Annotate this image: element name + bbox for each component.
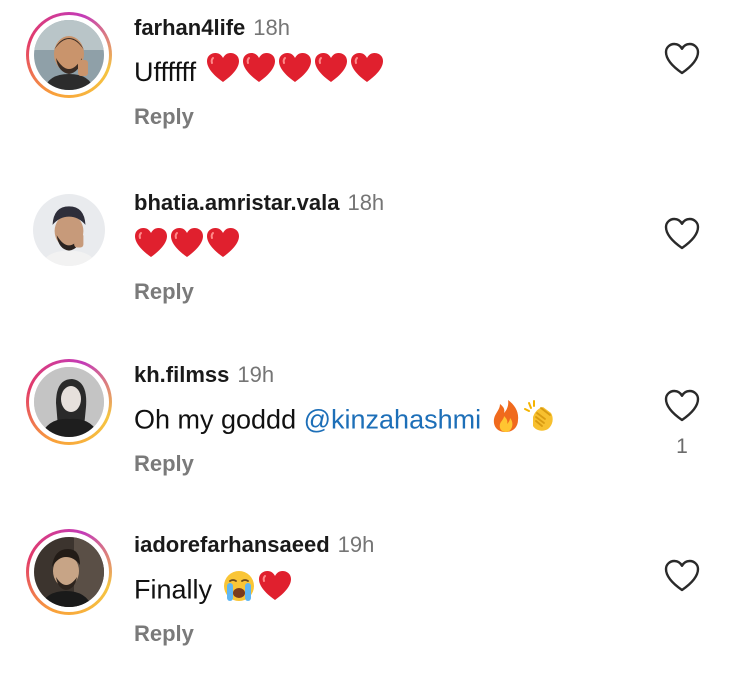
avatar — [34, 20, 104, 90]
comment-timestamp: 18h — [253, 15, 290, 40]
comment-item: farhan4life 18h Uffffff Reply — [0, 0, 740, 160]
comment-body: Oh my goddd — [134, 404, 297, 435]
heart-outline-icon[interactable] — [664, 217, 700, 251]
reply-button[interactable]: Reply — [134, 621, 194, 647]
mention-link[interactable]: @kinzahashmi — [304, 405, 481, 435]
comment-username[interactable]: bhatia.amristar.vala — [134, 190, 339, 215]
avatar — [34, 367, 104, 437]
comment-username[interactable]: farhan4life — [134, 15, 245, 40]
like-count: 1 — [676, 435, 688, 458]
reply-button[interactable]: Reply — [134, 104, 194, 130]
heart-outline-icon[interactable] — [664, 559, 700, 593]
reply-button[interactable]: Reply — [134, 451, 194, 477]
comment-item: bhatia.amristar.vala 18h Reply — [0, 175, 740, 335]
red-heart-icon — [134, 227, 168, 270]
heart-outline-icon[interactable] — [664, 389, 700, 423]
avatar-story-ring[interactable] — [26, 12, 112, 98]
red-heart-icon — [314, 52, 348, 95]
red-heart-icon — [242, 52, 276, 95]
loudly-crying-face-icon — [222, 569, 256, 614]
avatar-story-ring[interactable] — [26, 529, 112, 615]
avatar-story-ring[interactable] — [26, 359, 112, 445]
avatar-ring[interactable] — [26, 187, 112, 273]
fire-icon — [491, 399, 521, 444]
red-heart-icon — [206, 52, 240, 95]
comment-body: Finally — [134, 574, 213, 605]
comment-item: kh.filmss 19h Oh my goddd @kinzahashmi Re… — [0, 347, 740, 507]
comment-text: Uffffff — [134, 52, 384, 95]
avatar — [33, 194, 105, 266]
comment-username[interactable]: iadorefarhansaeed — [134, 532, 330, 557]
comment-body: Uffffff — [134, 57, 197, 87]
comment-item: iadorefarhansaeed 19h Finally Reply — [0, 517, 740, 677]
comment-timestamp: 18h — [347, 190, 385, 215]
red-heart-icon — [258, 570, 292, 613]
comment-text: Finally — [134, 569, 292, 614]
red-heart-icon — [278, 52, 312, 95]
comment-timestamp: 19h — [337, 532, 375, 557]
comment-text — [134, 227, 240, 270]
red-heart-icon — [350, 52, 384, 95]
clapping-hands-icon — [523, 399, 557, 444]
heart-outline-icon[interactable] — [664, 42, 700, 76]
reply-button[interactable]: Reply — [134, 279, 194, 305]
red-heart-icon — [206, 227, 240, 270]
red-heart-icon — [170, 227, 204, 270]
comment-timestamp: 19h — [237, 362, 275, 387]
comment-username[interactable]: kh.filmss — [134, 362, 229, 387]
avatar — [34, 537, 104, 607]
comment-text: Oh my goddd @kinzahashmi — [134, 399, 557, 444]
